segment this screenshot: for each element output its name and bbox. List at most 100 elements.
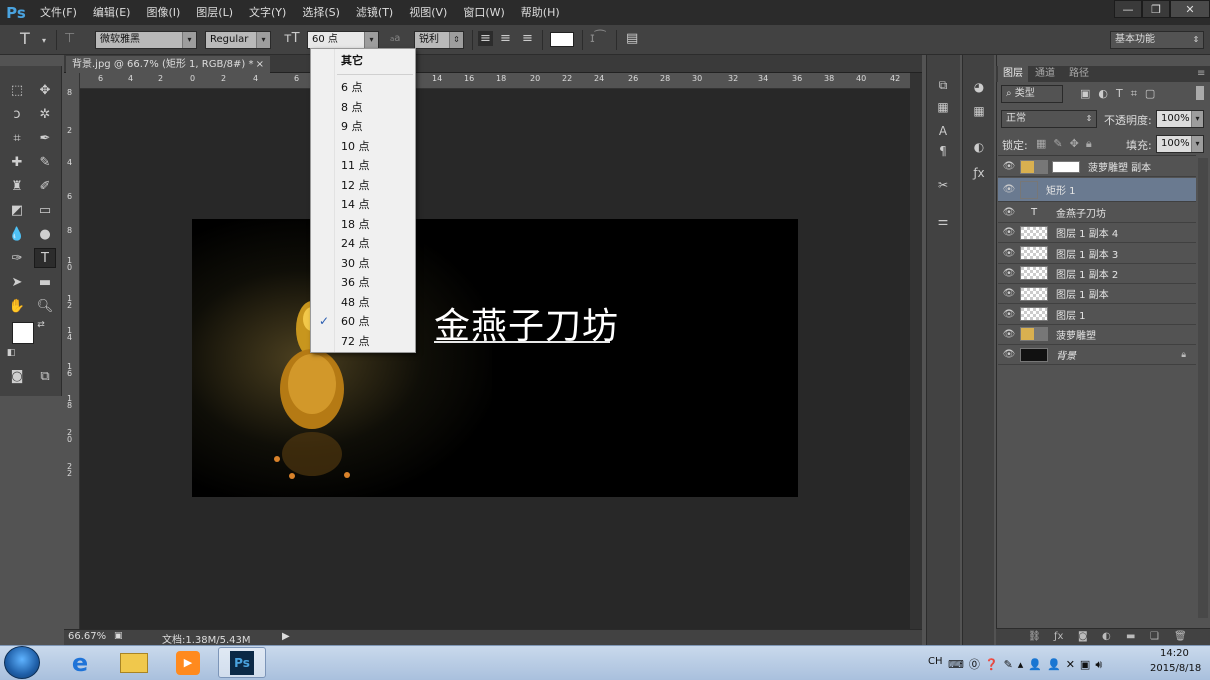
swatches-panel-icon[interactable]: ▦ [967, 101, 991, 121]
text-color-swatch[interactable] [550, 32, 574, 47]
layer-row[interactable]: 👁︎ 菠萝雕塑 [998, 325, 1196, 345]
layer-name[interactable]: 图层 1 副本 4 [1056, 225, 1118, 240]
visibility-eye-icon[interactable]: 👁︎ [998, 207, 1020, 218]
visibility-eye-icon[interactable]: 👁︎ [998, 248, 1020, 259]
layer-row[interactable]: 👁︎ 图层 1 副本 4 [998, 223, 1196, 244]
status-menu-arrow-icon[interactable]: ▶ [282, 631, 290, 642]
dropdown-header-other[interactable]: 其它 [311, 51, 415, 70]
font-size-option[interactable]: 24 点 [311, 234, 415, 253]
font-size-field[interactable]: 60 点 ▾ [307, 31, 379, 49]
visibility-eye-icon[interactable]: 👁︎ [998, 329, 1020, 340]
tab-close-icon[interactable]: × [256, 56, 264, 73]
visibility-eye-icon[interactable]: 👁︎ [998, 161, 1020, 172]
layer-name[interactable]: 图层 1 副本 2 [1056, 266, 1118, 281]
menu-file[interactable]: 文件(F) [32, 0, 85, 25]
file-explorer-icon[interactable] [110, 647, 158, 678]
menu-layer[interactable]: 图层(L) [188, 0, 241, 25]
layer-row[interactable]: 👁︎ T 金燕子刀坊 [998, 203, 1196, 223]
internet-explorer-icon[interactable]: e [56, 647, 104, 678]
font-size-option[interactable]: 12 点 [311, 176, 415, 195]
layer-row[interactable]: 👁︎ 图层 1 副本 [998, 284, 1196, 305]
layer-filter-icons[interactable]: ▣◐T⌗▢ [1080, 87, 1163, 101]
character-panel-icon[interactable]: A [931, 121, 955, 141]
brush-tool-icon[interactable]: ✎ [34, 152, 56, 172]
menu-type[interactable]: 文字(Y) [241, 0, 294, 25]
panel-menu-icon[interactable]: ≡ [1192, 66, 1210, 82]
layer-mask-thumbnail[interactable] [1052, 160, 1080, 173]
filter-toggle[interactable] [1196, 86, 1204, 100]
input-language[interactable]: CH [928, 656, 943, 667]
font-size-option[interactable]: 10 点 [311, 137, 415, 156]
brush-panel-icon[interactable]: ✂ [931, 175, 955, 195]
font-size-option[interactable]: 9 点 [311, 117, 415, 136]
layer-name[interactable]: 图层 1 [1056, 307, 1086, 322]
menu-select[interactable]: 选择(S) [294, 0, 348, 25]
font-family-select[interactable]: 微软雅黑 ▾ [95, 31, 197, 49]
magic-wand-tool-icon[interactable]: ✲ [34, 104, 56, 124]
align-center-icon[interactable]: ≡ [500, 31, 511, 46]
antialias-select[interactable]: 锐利 ⇕ [414, 31, 464, 49]
move-tool-icon[interactable]: ✥ [34, 80, 56, 100]
layer-row[interactable]: 👁︎ 图层 1 [998, 305, 1196, 325]
blend-mode-select[interactable]: 正常 ⇕ [1001, 110, 1097, 128]
warp-text-icon[interactable]: ɪ⁀ [590, 31, 605, 46]
layer-row[interactable]: 👁︎ 矩形 1 [998, 178, 1196, 202]
blur-tool-icon[interactable]: 💧 [6, 224, 28, 244]
layer-name[interactable]: 图层 1 副本 [1056, 286, 1109, 301]
gradient-tool-icon[interactable]: ▭ [34, 200, 56, 220]
type-tool-icon[interactable]: T [20, 29, 30, 48]
foreground-color-swatch[interactable] [12, 322, 34, 344]
workspace-select[interactable]: 基本功能 ⇕ [1110, 31, 1204, 49]
eraser-tool-icon[interactable]: ◩ [6, 200, 28, 220]
photoshop-taskbar-icon[interactable]: Ps [218, 647, 266, 678]
document-tab[interactable]: 背景.jpg @ 66.7% (矩形 1, RGB/8#) * × [66, 56, 270, 73]
visibility-eye-icon[interactable]: 👁︎ [998, 227, 1020, 238]
tray-icons[interactable]: ⌨⓪❓✎▴👤👤✕▣🔊︎ [948, 656, 1107, 672]
path-selection-tool-icon[interactable]: ➤ [6, 272, 28, 292]
layer-row[interactable]: 👁︎ 图层 1 副本 2 [998, 264, 1196, 284]
font-size-option[interactable]: 18 点 [311, 215, 415, 234]
pen-tool-icon[interactable]: ✑ [6, 248, 28, 268]
tab-layers[interactable]: 图层 [998, 66, 1028, 82]
new-layer-icon[interactable]: ❏ [1150, 631, 1159, 642]
start-button[interactable] [4, 646, 40, 679]
layer-name[interactable]: 菠萝雕塑 [1056, 327, 1096, 342]
character-panel-icon[interactable]: ▤ [626, 31, 638, 46]
tool-presets-icon[interactable]: ⚌ [931, 211, 955, 231]
layer-name[interactable]: 图层 1 副本 3 [1056, 246, 1118, 261]
fill-field[interactable]: 100% ▾ [1156, 135, 1204, 153]
clock-date[interactable]: 2015/8/18 [1150, 663, 1201, 674]
lock-icons[interactable]: ▦✎✥🔒︎ [1036, 137, 1099, 151]
lasso-tool-icon[interactable]: ↄ [6, 104, 28, 124]
visibility-eye-icon[interactable]: 👁︎ [998, 268, 1020, 279]
tab-paths[interactable]: 路径 [1064, 66, 1094, 82]
marquee-tool-icon[interactable]: ⬚ [6, 80, 28, 100]
layer-name[interactable]: 矩形 1 [1046, 182, 1076, 197]
zoom-tool-icon[interactable]: 🔍︎ [34, 296, 56, 316]
adjustment-layer-icon[interactable]: ◐ [1102, 631, 1111, 642]
media-player-icon[interactable]: ▶ [164, 647, 212, 678]
font-size-option[interactable]: 36 点 [311, 273, 415, 292]
vertical-scrollbar[interactable] [910, 73, 922, 629]
align-left-icon[interactable]: ≡ [478, 31, 493, 46]
dodge-tool-icon[interactable]: ● [34, 224, 56, 244]
history-brush-tool-icon[interactable]: ✐ [34, 176, 56, 196]
menu-help[interactable]: 帮助(H) [513, 0, 568, 25]
add-mask-icon[interactable]: ◙ [1078, 631, 1088, 642]
menu-image[interactable]: 图像(I) [138, 0, 188, 25]
document-image[interactable]: 金燕子刀坊 [192, 219, 798, 497]
history-panel-icon[interactable]: ⧉ [931, 75, 955, 95]
zoom-level[interactable]: 66.67% [68, 631, 106, 642]
tab-channels[interactable]: 通道 [1030, 66, 1060, 82]
visibility-eye-icon[interactable]: 👁︎ [998, 184, 1020, 195]
font-style-select[interactable]: Regular ▾ [205, 31, 271, 49]
color-panel-icon[interactable]: ◕ [967, 77, 991, 97]
minimize-button[interactable]: — [1114, 0, 1142, 18]
restore-button[interactable]: ❐ [1142, 0, 1170, 18]
rectangle-tool-icon[interactable]: ▬ [34, 272, 56, 292]
layer-name[interactable]: 背景 [1056, 347, 1076, 362]
font-size-option[interactable]: ✓ 60 点 [311, 312, 415, 331]
healing-brush-tool-icon[interactable]: ✚ [6, 152, 28, 172]
new-group-icon[interactable]: ▬ [1126, 631, 1135, 642]
menu-filter[interactable]: 滤镜(T) [348, 0, 401, 25]
